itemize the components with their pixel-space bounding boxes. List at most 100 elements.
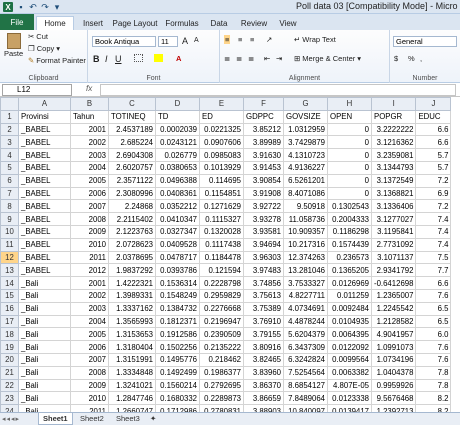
tab-formulas[interactable]: Formulas [162,16,202,30]
cell[interactable]: 3.90854 [243,173,284,188]
cell[interactable]: 0.218462 [199,352,244,367]
column-header[interactable]: D [155,97,200,111]
cell[interactable]: 3.2359081 [370,148,417,162]
cell[interactable]: 2004 [70,160,109,175]
cell[interactable]: 3.1071137 [370,250,417,265]
cell[interactable]: 2.3571122 [108,173,156,188]
cell[interactable]: 7.4 [415,212,452,226]
cell[interactable]: 2001 [70,122,109,137]
cell[interactable]: 0.9959926 [370,378,417,393]
cell[interactable]: 2.0728623 [108,237,156,252]
cell[interactable]: 6.5 [415,301,452,316]
cell[interactable]: _Bali [18,404,71,412]
merge-center-button[interactable]: ⊞ Merge & Center ▾ [294,54,361,63]
cell[interactable]: TOTINEQ [108,109,156,124]
cell[interactable]: 1.2392713 [370,404,417,412]
cell[interactable]: 3.85212 [243,122,284,137]
row-header[interactable]: 5 [0,160,19,175]
sheet-tab-2[interactable]: Sheet2 [76,413,108,425]
cell[interactable]: 6.5 [415,314,452,329]
row-header[interactable]: 18 [0,327,19,342]
cell[interactable]: 3.93278 [243,212,284,226]
cell[interactable]: 1.0312959 [283,122,328,137]
cell[interactable]: _BABEL [18,199,71,214]
cell[interactable]: 3.83960 [243,365,284,380]
cell[interactable]: _BABEL [18,212,71,226]
cell[interactable]: _BABEL [18,160,71,175]
cell[interactable]: 0.2959829 [199,288,244,303]
cell[interactable]: 0.1492499 [155,365,200,380]
cell[interactable]: 0.121594 [199,263,244,278]
cell[interactable]: _Bali [18,365,71,380]
customize-qat-icon[interactable]: ▾ [52,2,62,12]
cell[interactable]: 0.0126969 [327,276,372,290]
cell[interactable]: ED [199,109,244,124]
cell[interactable]: _BABEL [18,135,71,150]
cell[interactable]: 6.6 [415,122,452,137]
cell[interactable]: 0.0393786 [155,263,200,278]
cell[interactable]: 2006 [70,340,109,354]
cell[interactable]: 3.94694 [243,237,284,252]
paste-button[interactable]: Paste [4,33,23,58]
cell[interactable]: 6.3437309 [283,340,328,354]
column-header[interactable]: I [370,97,417,111]
cell[interactable]: 0.1574439 [327,237,372,252]
cell[interactable]: 2.685224 [108,135,156,150]
cell[interactable]: 3.1336406 [370,199,417,214]
cell[interactable]: 0.1154851 [199,186,244,201]
sheet-tab-1[interactable]: Sheet1 [38,413,73,425]
cell[interactable]: 2011 [70,404,109,412]
cell[interactable]: 12.374263 [283,250,328,265]
tab-insert[interactable]: Insert [78,16,108,30]
cell[interactable]: 0 [327,148,372,162]
cell[interactable]: 0.0380653 [155,160,200,175]
align-bottom-button[interactable]: ≡ [250,35,254,44]
column-header[interactable]: E [199,97,244,111]
cell[interactable]: 1.3989331 [108,288,156,303]
cell[interactable]: 0.0408361 [155,186,200,201]
cell[interactable]: 4.807E-05 [327,378,372,393]
cell[interactable]: 10.909357 [283,224,328,239]
wrap-text-button[interactable]: ↵ Wrap Text [294,35,336,44]
column-header[interactable]: F [243,97,284,111]
borders-button[interactable] [134,54,143,62]
cell[interactable]: 0.0123338 [327,391,372,406]
cell[interactable]: 3.88903 [243,404,284,412]
cell[interactable]: 2011 [70,250,109,265]
cell[interactable]: _BABEL [18,148,71,162]
format-painter-button[interactable]: ✎ Format Painter [28,56,86,65]
row-header[interactable]: 16 [0,301,19,316]
decrease-indent-button[interactable]: ⇤ [264,54,270,63]
row-header[interactable]: 12 [0,250,19,265]
cell[interactable]: 7.4 [415,237,452,252]
tab-home[interactable]: Home [36,16,74,30]
cell[interactable]: 0.1986377 [199,365,244,380]
font-size-select[interactable]: 11 [158,36,178,47]
cell[interactable]: 0.1536314 [155,276,200,290]
cell[interactable]: 2009 [70,378,109,393]
cell[interactable]: 2004 [70,314,109,329]
cell[interactable]: 0.1365205 [327,263,372,278]
cell[interactable]: 3.79155 [243,327,284,342]
row-header[interactable]: 21 [0,365,19,380]
cell[interactable]: 5.6204379 [283,327,328,342]
cell[interactable]: 0.1912586 [155,327,200,342]
cell[interactable]: 1.0991073 [370,340,417,354]
cell[interactable]: 9.50918 [283,199,328,214]
row-header[interactable]: 9 [0,212,19,226]
cell[interactable]: 2.0378695 [108,250,156,265]
number-format-select[interactable]: General [393,36,457,47]
cell[interactable]: 0.1548249 [155,288,200,303]
cell[interactable]: 0 [327,135,372,150]
cell[interactable]: 8.4071086 [283,186,328,201]
cell[interactable]: _Bali [18,288,71,303]
cell[interactable]: 1.3241021 [108,378,156,393]
cell[interactable]: 0 [327,160,372,175]
cell[interactable]: 5.7 [415,160,452,175]
cell[interactable]: 0.2780831 [199,404,244,412]
cell[interactable]: 0.1184478 [199,250,244,265]
cell[interactable]: 0 [327,173,372,188]
formula-input[interactable] [100,84,456,96]
align-middle-button[interactable]: ≡ [238,35,242,44]
cell[interactable]: _BABEL [18,173,71,188]
